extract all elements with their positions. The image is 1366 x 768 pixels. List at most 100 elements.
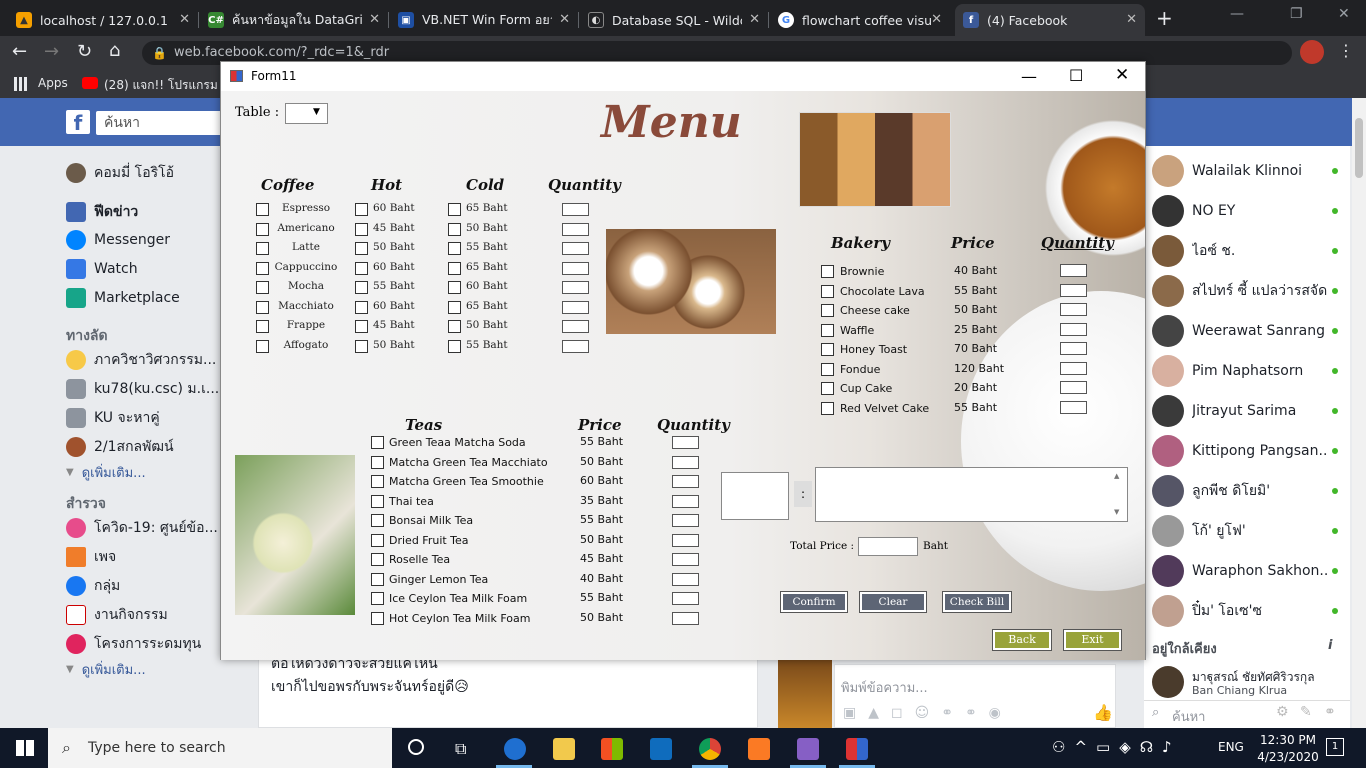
coffee-checkbox[interactable] <box>256 339 269 353</box>
shortcut-item[interactable]: 2/1สกลพัฒน์ <box>66 436 174 458</box>
comment-box[interactable]: พิมพ์ข้อความ... ▣▲◻☺⚭⚭◉ 👍 <box>834 664 1116 728</box>
back-icon[interactable]: ← <box>12 41 27 62</box>
cold-checkbox[interactable] <box>448 320 461 333</box>
bookmark-apps[interactable]: Apps <box>38 76 68 90</box>
explore-item[interactable]: เพจ <box>66 546 116 568</box>
contact-item[interactable]: โก้' ยูโฟ' <box>1152 513 1352 549</box>
close-tab-icon[interactable]: ✕ <box>1126 12 1137 27</box>
bakery-checkbox[interactable] <box>821 304 834 317</box>
settings-icon[interactable]: ⚙ <box>1276 704 1289 720</box>
coffee-quantity-input[interactable] <box>562 339 589 353</box>
tea-checkbox[interactable] <box>371 592 384 605</box>
coffee-checkbox[interactable] <box>256 203 269 216</box>
coffee-checkbox[interactable] <box>256 261 269 275</box>
info-icon[interactable]: i <box>1328 638 1332 653</box>
bakery-quantity-input[interactable] <box>1060 264 1087 277</box>
shortcut-item[interactable]: ภาควิชาวิศวกรรม... <box>66 349 216 371</box>
cortana-icon[interactable] <box>408 739 424 755</box>
sidebar-item-messenger[interactable]: Messenger <box>66 230 170 250</box>
reload-icon[interactable]: ↻ <box>77 41 92 62</box>
taskbar-search[interactable]: ⌕ Type here to search <box>48 728 392 768</box>
hot-checkbox[interactable] <box>355 222 368 236</box>
browser-tab[interactable]: G flowchart coffee visual ✕ <box>770 4 950 36</box>
tea-quantity-input[interactable] <box>672 592 699 605</box>
confirm-button[interactable]: Confirm <box>780 591 848 613</box>
facebook-search-input[interactable]: ค้นหา <box>96 111 236 135</box>
form-app-icon[interactable] <box>846 738 868 760</box>
hot-checkbox[interactable] <box>355 261 368 275</box>
contact-item[interactable]: ปิ๋ม' โอเซ'ซ <box>1152 593 1352 629</box>
facebook-logo-icon[interactable]: f <box>66 110 90 135</box>
coffee-quantity-input[interactable] <box>562 320 589 333</box>
cold-checkbox[interactable] <box>448 300 461 314</box>
coffee-quantity-input[interactable] <box>562 222 589 236</box>
language-indicator[interactable]: ENG <box>1218 740 1244 754</box>
coffee-quantity-input[interactable] <box>562 281 589 294</box>
tea-quantity-input[interactable] <box>672 611 699 625</box>
file-explorer-icon[interactable] <box>553 738 575 760</box>
tea-quantity-input[interactable] <box>672 533 699 547</box>
tea-checkbox[interactable] <box>371 533 384 547</box>
edge-icon[interactable] <box>504 738 526 760</box>
restore-icon[interactable]: ❐ <box>1290 6 1303 22</box>
coffee-checkbox[interactable] <box>256 281 269 294</box>
explore-item[interactable]: โควิด-19: ศูนย์ข้อ... <box>66 517 218 539</box>
tea-checkbox[interactable] <box>371 494 384 508</box>
contact-item[interactable]: Weerawat Sanrang <box>1152 313 1352 349</box>
bakery-checkbox[interactable] <box>821 401 834 415</box>
new-tab-icon[interactable]: + <box>1156 6 1173 30</box>
contact-item[interactable]: Jitrayut Sarima <box>1152 393 1352 429</box>
bakery-quantity-input[interactable] <box>1060 342 1087 355</box>
tea-quantity-input[interactable] <box>672 475 699 488</box>
explore-item[interactable]: โครงการระดมทุน <box>66 633 201 655</box>
mail-icon[interactable] <box>650 738 672 760</box>
close-tab-icon[interactable]: ✕ <box>749 12 760 27</box>
close-tab-icon[interactable]: ✕ <box>179 12 190 27</box>
group-chat-icon[interactable]: ⚭ <box>1324 704 1336 720</box>
cold-checkbox[interactable] <box>448 222 461 236</box>
task-view-icon[interactable]: ⧉ <box>455 739 466 759</box>
hot-checkbox[interactable] <box>355 320 368 333</box>
profile-avatar[interactable] <box>1300 40 1324 64</box>
sidebar-item-marketplace[interactable]: Marketplace <box>66 288 180 308</box>
menu-dots-icon[interactable]: ⋮ <box>1338 41 1354 60</box>
browser-tab[interactable]: ▲ localhost / 127.0.0.1 / c ✕ <box>8 4 198 36</box>
sidebar-item-newsfeed[interactable]: ฟีดข่าว <box>66 201 138 223</box>
exit-button[interactable]: Exit <box>1063 629 1122 651</box>
hot-checkbox[interactable] <box>355 339 368 353</box>
coffee-checkbox[interactable] <box>256 300 269 314</box>
home-icon[interactable]: ⌂ <box>109 40 120 61</box>
tea-quantity-input[interactable] <box>672 553 699 566</box>
compose-icon[interactable]: ✎ <box>1300 704 1312 720</box>
xampp-icon[interactable] <box>748 738 770 760</box>
contact-item[interactable]: Pim Naphatsorn <box>1152 353 1352 389</box>
tea-checkbox[interactable] <box>371 553 384 566</box>
total-price-textbox[interactable] <box>858 537 918 556</box>
coffee-quantity-input[interactable] <box>562 300 589 314</box>
hot-checkbox[interactable] <box>355 281 368 294</box>
post-image[interactable] <box>778 660 832 728</box>
close-icon[interactable]: ✕ <box>1115 61 1129 90</box>
maximize-icon[interactable]: ☐ <box>1069 61 1083 90</box>
notification-icon[interactable]: 1 <box>1326 738 1344 756</box>
table-select[interactable]: ▼ <box>285 103 328 124</box>
bakery-quantity-input[interactable] <box>1060 283 1087 297</box>
cold-checkbox[interactable] <box>448 242 461 255</box>
tea-quantity-input[interactable] <box>672 455 699 469</box>
minimize-icon[interactable]: — <box>1230 6 1244 22</box>
see-more-link[interactable]: ▼ ดูเพิ่มเติม... <box>66 462 146 483</box>
coffee-quantity-input[interactable] <box>562 261 589 275</box>
bakery-checkbox[interactable] <box>821 323 834 337</box>
comment-tools-icons[interactable]: ▣▲◻☺⚭⚭◉ <box>843 705 1013 721</box>
like-icon[interactable]: 👍 <box>1093 703 1113 722</box>
tea-quantity-input[interactable] <box>672 572 699 586</box>
contact-item[interactable]: ลูกพีช ดิโยมิ' <box>1152 473 1352 509</box>
close-tab-icon[interactable]: ✕ <box>559 12 570 27</box>
bakery-checkbox[interactable] <box>821 382 834 395</box>
avatar[interactable] <box>1152 666 1184 698</box>
close-window-icon[interactable]: ✕ <box>1338 6 1350 22</box>
explore-item[interactable]: กลุ่ม <box>66 575 120 597</box>
contact-item[interactable]: ไอซ์ ช. <box>1152 233 1352 269</box>
cold-checkbox[interactable] <box>448 339 461 353</box>
tea-quantity-input[interactable] <box>672 514 699 527</box>
